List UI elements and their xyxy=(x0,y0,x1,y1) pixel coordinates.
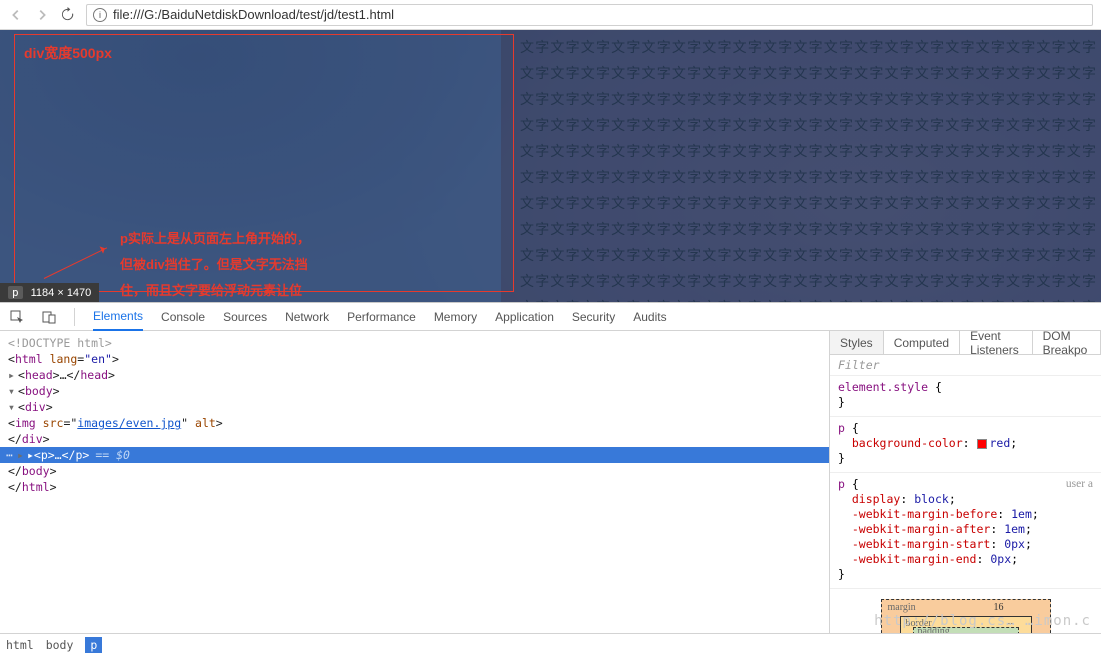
devtools-tab-network[interactable]: Network xyxy=(285,304,329,330)
address-bar[interactable]: i file:///G:/BaiduNetdiskDownload/test/j… xyxy=(86,4,1093,26)
head-node[interactable]: <head>…</head> xyxy=(6,367,823,383)
styles-tab-styles[interactable]: Styles xyxy=(830,331,884,354)
back-button[interactable] xyxy=(8,7,24,23)
hover-size: 1184 × 1470 xyxy=(31,287,92,299)
styles-subtabs: StylesComputedEvent ListenersDOM Breakpo xyxy=(830,331,1101,355)
doctype-line: <!DOCTYPE html> xyxy=(6,335,823,351)
rule-p-author[interactable]: p { background-color: red;} xyxy=(830,417,1101,473)
devtools-body: <!DOCTYPE html> <html lang="en"> <head>…… xyxy=(0,331,1101,633)
devtools-tab-performance[interactable]: Performance xyxy=(347,304,416,330)
forward-button[interactable] xyxy=(34,7,50,23)
browser-toolbar: i file:///G:/BaiduNetdiskDownload/test/j… xyxy=(0,0,1101,30)
styles-pane: StylesComputedEvent ListenersDOM Breakpo… xyxy=(829,331,1101,633)
styles-tab-dom-breakpo[interactable]: DOM Breakpo xyxy=(1033,331,1101,354)
breadcrumb-p[interactable]: p xyxy=(85,637,102,653)
styles-tab-computed[interactable]: Computed xyxy=(884,331,960,354)
rule-element-style[interactable]: element.style {} xyxy=(830,376,1101,417)
page-viewport: 文字文字文字文字文字文字文字文字文字文字文字文字文字文字文字文字文字文字文字文字… xyxy=(0,30,1101,302)
inspect-icon[interactable] xyxy=(10,310,24,324)
styles-filter[interactable]: Filter xyxy=(830,355,1101,376)
device-toolbar-icon[interactable] xyxy=(42,310,56,324)
site-info-icon[interactable]: i xyxy=(93,8,107,22)
devtools-tab-memory[interactable]: Memory xyxy=(434,304,477,330)
devtools-tab-application[interactable]: Application xyxy=(495,304,554,330)
body-node[interactable]: <body> xyxy=(6,383,823,399)
devtools-tab-bar: Elements Console Sources Network Perform… xyxy=(0,303,1101,331)
devtools-tab-security[interactable]: Security xyxy=(572,304,615,330)
color-swatch-icon[interactable] xyxy=(977,439,987,449)
elements-dom-tree[interactable]: <!DOCTYPE html> <html lang="en"> <head>…… xyxy=(0,331,829,633)
devtools-panel: Elements Console Sources Network Perform… xyxy=(0,302,1101,655)
img-node[interactable]: <img src="images/even.jpg" alt> xyxy=(6,415,823,431)
devtools-tab-audits[interactable]: Audits xyxy=(633,304,666,330)
selected-p-node[interactable]: ⋯ ▸ <p>…</p>== $0 xyxy=(0,447,829,463)
reload-button[interactable] xyxy=(60,7,76,23)
devtools-tab-sources[interactable]: Sources xyxy=(223,304,267,330)
breadcrumb-html[interactable]: html xyxy=(6,638,34,652)
devtools-tab-console[interactable]: Console xyxy=(161,304,205,330)
url-text: file:///G:/BaiduNetdiskDownload/test/jd/… xyxy=(113,7,394,22)
element-hover-tooltip: p 1184 × 1470 xyxy=(0,283,99,302)
wrapped-text: 文字文字文字文字文字文字文字文字文字文字文字文字文字文字文字文字文字文字文字文字… xyxy=(520,34,1101,302)
html-open: <html lang="en"> xyxy=(6,351,823,367)
elements-breadcrumb[interactable]: html bodyp xyxy=(0,633,1101,655)
div-node[interactable]: <div> xyxy=(6,399,823,415)
rule-p-useragent[interactable]: user a p { display: block; -webkit-margi… xyxy=(830,473,1101,589)
hover-tag-name: p xyxy=(8,286,23,299)
devtools-tab-elements[interactable]: Elements xyxy=(93,303,143,331)
annotation-div-width: div宽度500px xyxy=(24,42,112,64)
watermark: http://blog.cs… …imon.c xyxy=(874,613,1091,629)
styles-tab-event-listeners[interactable]: Event Listeners xyxy=(960,331,1033,354)
annotation-explanation: p实际上是从页面左上角开始的， 但被div挡住了。但是文字无法挡 住，而且文字要… xyxy=(120,226,340,302)
breadcrumb-body[interactable]: body xyxy=(46,638,74,652)
